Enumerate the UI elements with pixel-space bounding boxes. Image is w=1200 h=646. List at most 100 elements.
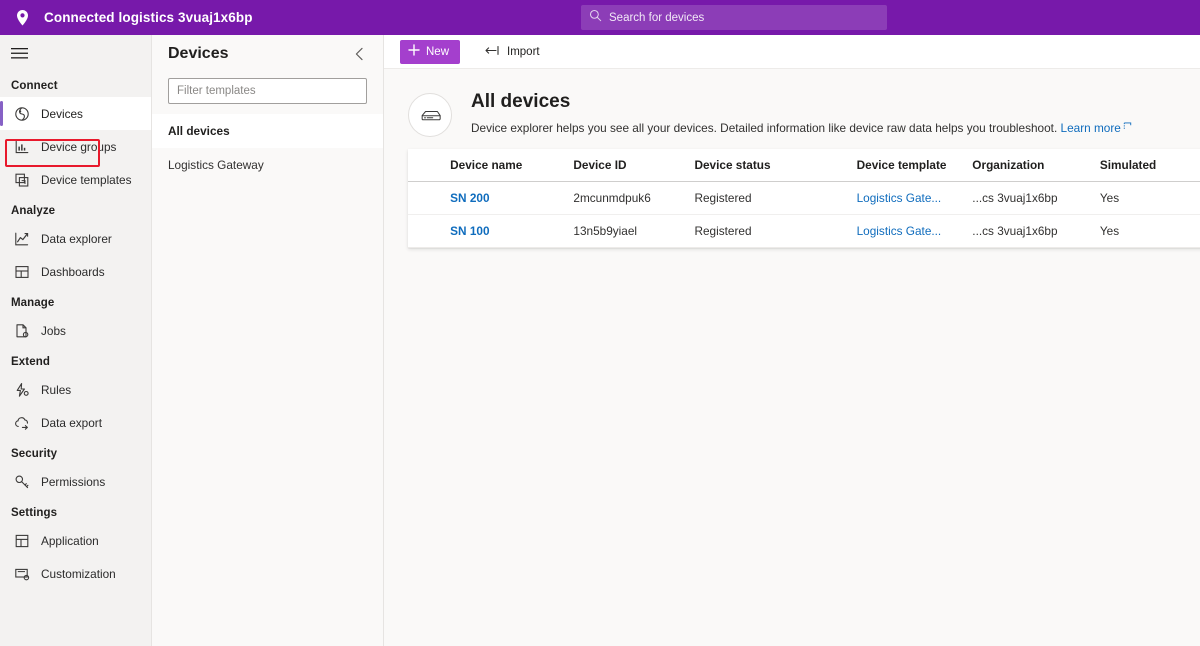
- filter-templates-input[interactable]: [168, 78, 367, 104]
- global-search-placeholder: Search for devices: [609, 11, 705, 24]
- sidebar-item-application[interactable]: Application: [0, 524, 151, 557]
- devices-table-body: SN 200 2mcunmdpuk6 Registered Logistics …: [408, 181, 1200, 248]
- page-header-text: All devices Device explorer helps you se…: [471, 91, 1132, 137]
- import-devices-button[interactable]: Import: [476, 40, 549, 64]
- table-row[interactable]: SN 100 13n5b9yiael Registered Logistics …: [408, 214, 1200, 248]
- device-name-link[interactable]: SN 200: [450, 191, 489, 205]
- rail-group-manage: Manage: [11, 297, 55, 309]
- global-search-input[interactable]: Search for devices: [581, 5, 887, 30]
- devices-templates-panel: Devices All devices Logistics Gateway: [152, 35, 384, 646]
- sidebar-item-label: Data export: [41, 415, 102, 430]
- column-header-simulated[interactable]: Simulated: [1099, 149, 1200, 182]
- column-header-device-id[interactable]: Device ID: [573, 149, 695, 182]
- key-icon: [14, 474, 30, 490]
- sidebar-item-label: Application: [41, 533, 99, 548]
- table-row[interactable]: SN 200 2mcunmdpuk6 Registered Logistics …: [408, 181, 1200, 215]
- page-title: All devices: [471, 91, 571, 112]
- sidebar-item-customization[interactable]: Customization: [0, 557, 151, 590]
- dashboards-icon: [14, 264, 30, 280]
- page-description-text: Device explorer helps you see all your d…: [471, 121, 1058, 135]
- device-hardware-icon: [408, 93, 452, 137]
- cell-device-name: SN 100: [450, 214, 574, 248]
- cell-device-template: Logistics Gate...: [856, 214, 973, 248]
- panel-title: Devices: [168, 45, 229, 62]
- column-header-device-template[interactable]: Device template: [856, 149, 973, 182]
- sidebar-item-label: Device groups: [41, 139, 117, 154]
- sidebar-item-label: Rules: [41, 382, 72, 397]
- app-title: Connected logistics 3vuaj1x6bp: [44, 10, 253, 25]
- cell-device-id: 2mcunmdpuk6: [573, 181, 695, 215]
- left-navigation-rail: Connect Devices Device groups Device tem…: [0, 35, 152, 646]
- sidebar-item-rules[interactable]: Rules: [0, 373, 151, 406]
- data-export-icon: [14, 415, 30, 431]
- new-device-button[interactable]: New: [400, 39, 461, 64]
- sidebar-item-label: Permissions: [41, 474, 106, 489]
- cell-device-template: Logistics Gate...: [856, 181, 973, 215]
- hamburger-menu-icon[interactable]: [0, 35, 151, 71]
- import-arrow-icon: [485, 45, 500, 59]
- cell-device-id: 13n5b9yiael: [573, 214, 695, 248]
- sidebar-item-label: Dashboards: [41, 264, 105, 279]
- plus-icon: [408, 44, 420, 59]
- learn-more-link[interactable]: Learn more: [1061, 121, 1121, 135]
- sidebar-item-devices[interactable]: Devices: [0, 97, 151, 130]
- sidebar-item-data-explorer[interactable]: Data explorer: [0, 222, 151, 255]
- customization-icon: [14, 566, 30, 582]
- sidebar-item-device-templates[interactable]: Device templates: [0, 163, 151, 196]
- device-groups-icon: [14, 139, 30, 155]
- rail-group-security: Security: [11, 448, 58, 460]
- sidebar-item-label: Jobs: [41, 323, 66, 338]
- row-select-cell[interactable]: [408, 181, 451, 215]
- rail-group-analyze: Analyze: [11, 205, 56, 217]
- sidebar-item-device-groups[interactable]: Device groups: [0, 130, 151, 163]
- cell-device-status: Registered: [694, 214, 857, 248]
- sidebar-item-label: Data explorer: [41, 231, 112, 246]
- cell-simulated: Yes: [1099, 181, 1200, 215]
- devices-table: Device name Device ID Device status Devi…: [408, 149, 1200, 248]
- top-app-bar: Connected logistics 3vuaj1x6bp Search fo…: [0, 0, 1200, 35]
- template-item-label: Logistics Gateway: [168, 158, 264, 172]
- main-content: New Import All devices Device explorer h…: [384, 35, 1200, 646]
- template-item-label: All devices: [168, 124, 230, 138]
- column-header-organization[interactable]: Organization: [972, 149, 1100, 182]
- sidebar-item-permissions[interactable]: Permissions: [0, 465, 151, 498]
- data-explorer-icon: [14, 231, 30, 247]
- chevron-left-icon[interactable]: [350, 43, 369, 65]
- device-templates-icon: [14, 172, 30, 188]
- panel-header: Devices: [152, 35, 383, 73]
- sidebar-item-dashboards[interactable]: Dashboards: [0, 255, 151, 288]
- sidebar-item-label: Customization: [41, 566, 116, 581]
- page-header-block: All devices Device explorer helps you se…: [384, 69, 1200, 137]
- sidebar-item-label: Devices: [41, 106, 83, 121]
- template-item-all-devices[interactable]: All devices: [152, 114, 383, 148]
- column-header-device-status[interactable]: Device status: [694, 149, 857, 182]
- cell-simulated: Yes: [1099, 214, 1200, 248]
- filter-templates-wrapper: [152, 73, 383, 114]
- search-icon: [589, 9, 602, 27]
- row-select-cell[interactable]: [408, 214, 451, 248]
- rail-group-settings: Settings: [11, 507, 58, 519]
- cell-device-name: SN 200: [450, 181, 574, 215]
- column-header-device-name[interactable]: Device name: [450, 149, 574, 182]
- rules-icon: [14, 382, 30, 398]
- cell-organization: ...cs 3vuaj1x6bp: [972, 181, 1100, 215]
- template-item-logistics-gateway[interactable]: Logistics Gateway: [152, 148, 383, 182]
- sidebar-item-data-export[interactable]: Data export: [0, 406, 151, 439]
- device-template-link[interactable]: Logistics Gate...: [857, 191, 942, 205]
- location-pin-icon: [0, 9, 44, 27]
- devices-table-head: Device name Device ID Device status Devi…: [408, 149, 1200, 182]
- sidebar-item-jobs[interactable]: Jobs: [0, 314, 151, 347]
- table-header-row: Device name Device ID Device status Devi…: [408, 149, 1200, 182]
- rail-group-extend: Extend: [11, 356, 50, 368]
- device-name-link[interactable]: SN 100: [450, 224, 489, 238]
- sidebar-item-label: Device templates: [41, 172, 132, 187]
- device-template-link[interactable]: Logistics Gate...: [857, 224, 942, 238]
- external-link-icon: [1123, 119, 1132, 136]
- application-icon: [14, 533, 30, 549]
- devices-icon: [14, 106, 30, 122]
- new-device-button-label: New: [426, 45, 450, 58]
- command-toolbar: New Import: [384, 35, 1200, 69]
- cell-organization: ...cs 3vuaj1x6bp: [972, 214, 1100, 248]
- devices-table-card: Device name Device ID Device status Devi…: [408, 149, 1200, 248]
- page-description: Device explorer helps you see all your d…: [471, 119, 1132, 137]
